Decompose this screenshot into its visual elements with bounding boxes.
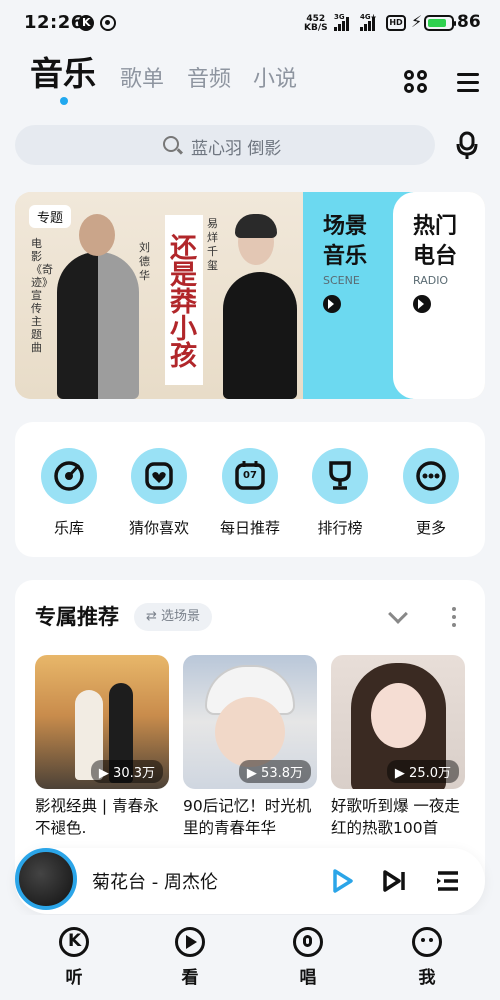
chevron-down-icon[interactable]: [388, 604, 408, 624]
status-time: 12:26: [24, 12, 84, 33]
disc-icon: [41, 448, 97, 504]
bottom-nav: K 听 看 唱 我: [0, 915, 500, 1000]
radio-title-line2: 电台: [413, 244, 458, 269]
artist-hair-right: [235, 214, 277, 238]
quick-item-guess-you-like[interactable]: 猜你喜欢: [120, 448, 198, 538]
quick-label-guess-you-like: 猜你喜欢: [128, 519, 189, 537]
quick-label-library: 乐库: [53, 519, 84, 537]
nav-me[interactable]: 我: [397, 927, 457, 988]
playlist-card[interactable]: ▶ 25.0万 好歌听到爆 一夜走红的热歌100首: [331, 655, 465, 839]
battery-icon: [424, 15, 456, 31]
recommend-section: 专属推荐 ⇄ 选场景 ▶ 30.3万 影视经典 | 青春永不褪色. ▶ 53.8…: [15, 580, 485, 880]
scene-title-line1: 场景: [323, 214, 368, 239]
artist-figure-left: [57, 252, 139, 399]
network-type-2: 4G+: [360, 13, 377, 21]
select-scene-button[interactable]: ⇄ 选场景: [134, 603, 213, 631]
playlist-cover[interactable]: ▶ 53.8万: [183, 655, 317, 789]
now-playing-cover[interactable]: [15, 848, 77, 910]
feature-banner[interactable]: 专题 电影《奇迹》宣传主题曲 刘德华 还是莽小孩 易烊千玺 场景 音乐 SCEN…: [15, 192, 485, 399]
nav-sing-label: 唱: [299, 968, 317, 988]
play-icon[interactable]: [328, 867, 356, 895]
playlist-title: 90后记忆！时光机里的青春年华: [183, 797, 312, 837]
play-count: ▶ 25.0万: [386, 760, 459, 783]
radio-play-icon[interactable]: [413, 295, 431, 313]
search-icon: [163, 136, 179, 152]
playlist-title: 影视经典 | 青春永不褪色.: [35, 797, 159, 837]
hot-radio-card[interactable]: 热门 电台 RADIO: [393, 192, 485, 399]
apps-grid-icon[interactable]: [404, 70, 432, 98]
playlist-cover[interactable]: ▶ 30.3万: [35, 655, 169, 789]
next-track-icon[interactable]: [380, 867, 408, 895]
calendar-day: 07: [243, 470, 257, 481]
playlist-queue-icon[interactable]: [434, 867, 462, 895]
play-count: ▶ 30.3万: [90, 760, 163, 783]
nav-listen-label: 听: [65, 968, 83, 988]
banner-caption: 电影《奇迹》宣传主题曲: [31, 237, 53, 354]
video-play-icon: [175, 927, 205, 957]
quick-item-more[interactable]: 更多: [392, 448, 470, 538]
recommend-title: 专属推荐: [35, 605, 119, 629]
search-bar[interactable]: 蓝心羽 倒影: [15, 125, 435, 165]
trophy-icon: [312, 448, 368, 504]
artist-head-left: [79, 214, 115, 256]
more-vertical-icon[interactable]: [452, 607, 456, 627]
network-type-1: 3G: [334, 13, 345, 21]
network-speed-unit: KB/S: [304, 23, 328, 33]
artist-name-left: 刘德华: [139, 241, 150, 282]
microphone-icon: [293, 927, 323, 957]
scene-subtitle: SCENE: [323, 274, 360, 287]
playlist-cover[interactable]: ▶ 25.0万: [331, 655, 465, 789]
playlist-card[interactable]: ▶ 53.8万 90后记忆！时光机里的青春年华: [183, 655, 317, 839]
radio-title-line1: 热门: [413, 214, 458, 239]
artist-name-right: 易烊千玺: [207, 217, 218, 272]
heart-icon: [131, 448, 187, 504]
quick-label-daily: 每日推荐: [219, 519, 280, 537]
artist-figure-right: [223, 272, 297, 399]
profile-face-icon: [412, 927, 442, 957]
charging-icon: ⚡: [411, 12, 423, 31]
hd-voice-icon: HD: [386, 15, 406, 31]
nav-watch-label: 看: [181, 968, 199, 988]
calendar-icon: 07: [222, 448, 278, 504]
scene-play-icon[interactable]: [323, 295, 341, 313]
menu-icon[interactable]: [455, 70, 483, 98]
banner-badge: 专题: [29, 205, 72, 228]
tab-audio[interactable]: 音频: [187, 60, 231, 100]
quick-item-charts[interactable]: 排行榜: [301, 448, 379, 538]
nav-watch[interactable]: 看: [160, 927, 220, 988]
tab-playlists[interactable]: 歌单: [120, 60, 164, 100]
playlist-title: 好歌听到爆 一夜走红的热歌100首: [331, 797, 460, 837]
nav-listen[interactable]: K 听: [44, 927, 104, 988]
banner-artwork[interactable]: 专题 电影《奇迹》宣传主题曲 刘德华 还是莽小孩 易烊千玺: [15, 192, 315, 399]
quick-item-library[interactable]: 乐库: [30, 448, 108, 538]
scene-title: 场景 音乐: [323, 212, 367, 272]
search-placeholder: 蓝心羽 倒影: [191, 139, 282, 159]
now-playing-title: 菊花台 - 周杰伦: [92, 872, 218, 893]
battery-percent: 86: [457, 12, 481, 32]
scene-title-line2: 音乐: [323, 244, 368, 269]
quick-item-daily[interactable]: 07 每日推荐: [211, 448, 289, 538]
play-count: ▶ 53.8万: [238, 760, 311, 783]
kugou-logo-icon: K: [59, 927, 89, 957]
now-playing-bar[interactable]: 菊花台 - 周杰伦: [15, 848, 485, 914]
quick-menu: 乐库 猜你喜欢 07 每日推荐 排行榜 更多: [15, 422, 485, 557]
quick-label-more: 更多: [415, 519, 446, 537]
active-tab-indicator: [60, 97, 68, 105]
more-icon: [403, 448, 459, 504]
quick-label-charts: 排行榜: [317, 519, 363, 537]
radio-title: 热门 电台: [413, 212, 457, 272]
status-bar: 12:26 452 KB/S 3G 4G+ HD ⚡ 86: [0, 0, 500, 48]
voice-search-icon[interactable]: [455, 131, 481, 161]
hotspot-icon: [100, 15, 116, 31]
tab-novels[interactable]: 小说: [253, 60, 297, 100]
playlist-card[interactable]: ▶ 30.3万 影视经典 | 青春永不褪色.: [35, 655, 169, 839]
tab-music[interactable]: 音乐: [30, 54, 96, 94]
network-speed: 452 KB/S: [304, 15, 328, 33]
radio-subtitle: RADIO: [413, 274, 449, 287]
nav-me-label: 我: [418, 968, 436, 988]
nav-sing[interactable]: 唱: [278, 927, 338, 988]
kugou-notification-icon: [78, 15, 94, 31]
banner-title: 还是莽小孩: [165, 215, 203, 385]
